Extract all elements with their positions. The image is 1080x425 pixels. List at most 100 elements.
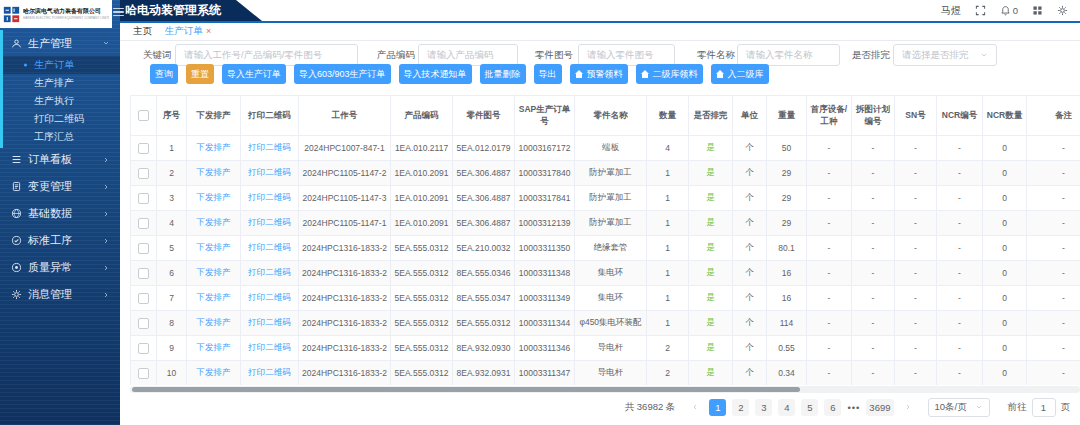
导入技术通知单-button[interactable]: 导入技术通知单 (399, 64, 472, 84)
cell-下发排产: 下发排产 (187, 236, 241, 261)
下发排产-link[interactable]: 下发排产 (197, 242, 231, 252)
下发排产-link[interactable]: 下发排产 (197, 192, 231, 202)
下发排产-link[interactable]: 下发排产 (197, 292, 231, 302)
chevDown-icon (980, 51, 988, 59)
horizontal-scrollbar[interactable] (130, 386, 1080, 393)
入二级库-button[interactable]: 入二级库 (711, 64, 769, 84)
打印二维码-link[interactable]: 打印二维码 (248, 217, 291, 227)
导入603/903生产订单-button[interactable]: 导入603/903生产订单 (294, 64, 391, 84)
cell-下发排产: 下发排产 (187, 211, 241, 236)
company-subtitle: HARBIN ELECTRIC POWER EQUIPMENT COMPANY … (23, 15, 90, 20)
cell-单位: 个 (733, 261, 767, 286)
sidebar-item-打印二维码[interactable]: 打印二维码 (0, 110, 120, 128)
sidebar-group-质量异常[interactable]: 质量异常 (0, 254, 120, 281)
打印二维码-link[interactable]: 打印二维码 (248, 167, 291, 177)
打印二维码-link[interactable]: 打印二维码 (248, 242, 291, 252)
scrollbar-thumb[interactable] (132, 387, 800, 392)
cell-零件图号: 5EA.555.0312 (453, 311, 515, 336)
column-header-checkbox[interactable] (131, 96, 157, 136)
打印二维码-link[interactable]: 打印二维码 (248, 367, 291, 377)
next-page-button[interactable] (900, 399, 916, 416)
row-checkbox[interactable] (138, 293, 149, 304)
column-header-序号: 序号 (157, 96, 187, 136)
row-checkbox[interactable] (138, 343, 149, 354)
重置-button[interactable]: 重置 (186, 64, 214, 84)
row-checkbox[interactable] (138, 143, 149, 154)
menu-collapse-icon[interactable] (113, 8, 124, 16)
导出-button[interactable]: 导出 (534, 64, 562, 84)
page-button-1[interactable]: 1 (709, 399, 726, 416)
page-button-6[interactable]: 6 (824, 399, 841, 416)
sidebar-group-消息管理[interactable]: 消息管理 (0, 281, 120, 308)
page-button-3699[interactable]: 3699 (866, 399, 893, 416)
下发排产-link[interactable]: 下发排产 (197, 342, 231, 352)
cell-checkbox (131, 136, 157, 161)
sidebar-item-生产排产[interactable]: 生产排产 (0, 74, 120, 92)
filter-input-关键词[interactable]: 请输入工作号/产品编码/零件图号 (175, 44, 358, 66)
sidebar-group-变更管理[interactable]: 变更管理 (0, 173, 120, 200)
gear-icon[interactable] (1057, 5, 1068, 16)
filter-select-是否排完[interactable]: 请选择是否排完 (893, 44, 997, 66)
下发排产-link[interactable]: 下发排产 (197, 142, 231, 152)
apps-grid-icon[interactable] (1032, 5, 1043, 16)
select-all-checkbox[interactable] (138, 110, 149, 121)
row-checkbox[interactable] (138, 168, 149, 179)
tab-close-icon[interactable]: × (206, 27, 211, 36)
sidebar-item-生产订单[interactable]: 生产订单 (0, 56, 120, 74)
filter-input-零件名称[interactable]: 请输入零件名称 (737, 44, 840, 66)
导入生产订单-button[interactable]: 导入生产订单 (222, 64, 286, 84)
cell-是否排完: 是 (689, 286, 733, 311)
row-checkbox[interactable] (138, 243, 149, 254)
tab-生产订单[interactable]: 生产订单× (165, 25, 211, 38)
filter-input-零件图号[interactable]: 请输入零件图号 (578, 44, 675, 66)
username[interactable]: 马煜 (941, 4, 961, 18)
cell-工作号: 2024HPC1316-1833-2 (299, 336, 391, 361)
cell-重量: 29 (767, 211, 807, 236)
row-checkbox[interactable] (138, 218, 149, 229)
goto-page-input[interactable]: 1 (1032, 398, 1056, 417)
row-checkbox[interactable] (138, 268, 149, 279)
cell-重量: 80.1 (767, 236, 807, 261)
tab-主页[interactable]: 主页 (133, 25, 152, 38)
下发排产-link[interactable]: 下发排产 (197, 267, 231, 277)
下发排产-link[interactable]: 下发排产 (197, 367, 231, 377)
row-checkbox[interactable] (138, 318, 149, 329)
下发排产-link[interactable]: 下发排产 (197, 167, 231, 177)
filter-input-产品编码[interactable]: 请输入产品编码 (418, 44, 518, 66)
二级库领料-button[interactable]: 二级库领料 (636, 64, 703, 84)
page-button-5[interactable]: 5 (801, 399, 818, 416)
cell-产品编码: 5EA.555.0312 (391, 311, 453, 336)
批量删除-button[interactable]: 批量删除 (480, 64, 526, 84)
page-button-2[interactable]: 2 (732, 399, 749, 416)
fullscreen-icon[interactable] (975, 5, 986, 16)
打印二维码-link[interactable]: 打印二维码 (248, 267, 291, 277)
cell-NCR编号: - (937, 361, 983, 386)
tab-label: 主页 (133, 25, 152, 38)
row-checkbox[interactable] (138, 368, 149, 379)
打印二维码-link[interactable]: 打印二维码 (248, 292, 291, 302)
打印二维码-link[interactable]: 打印二维码 (248, 142, 291, 152)
sidebar-group-标准工序[interactable]: 标准工序 (0, 227, 120, 254)
sidebar-group-订单看板[interactable]: 订单看板 (0, 146, 120, 173)
下发排产-link[interactable]: 下发排产 (197, 317, 231, 327)
sidebar-item-生产执行[interactable]: 生产执行 (0, 92, 120, 110)
打印二维码-link[interactable]: 打印二维码 (248, 342, 291, 352)
cell-产品编码: 1EA.010.2117 (391, 136, 453, 161)
预警领料-button[interactable]: 预警领料 (570, 64, 628, 84)
打印二维码-link[interactable]: 打印二维码 (248, 317, 291, 327)
row-checkbox[interactable] (138, 193, 149, 204)
cell-NCR编号: - (937, 336, 983, 361)
sidebar-group-基础数据[interactable]: 基础数据 (0, 200, 120, 227)
table-head: 序号下发排产打印二维码工作号产品编码零件图号SAP生产订单号零件名称数量是否排完… (131, 96, 1080, 136)
sidebar-group-生产管理[interactable]: 生产管理 (0, 30, 120, 56)
sidebar-item-工序汇总[interactable]: 工序汇总 (0, 128, 120, 146)
打印二维码-link[interactable]: 打印二维码 (248, 192, 291, 202)
page-button-3[interactable]: 3 (755, 399, 772, 416)
page-size-select[interactable]: 10条/页 (928, 398, 990, 417)
下发排产-link[interactable]: 下发排产 (197, 217, 231, 227)
cell-打印二维码: 打印二维码 (241, 361, 299, 386)
prev-page-button[interactable] (687, 399, 703, 416)
查询-button[interactable]: 查询 (150, 64, 178, 84)
page-button-4[interactable]: 4 (778, 399, 795, 416)
notification-wrap[interactable]: 0 (1000, 5, 1018, 16)
